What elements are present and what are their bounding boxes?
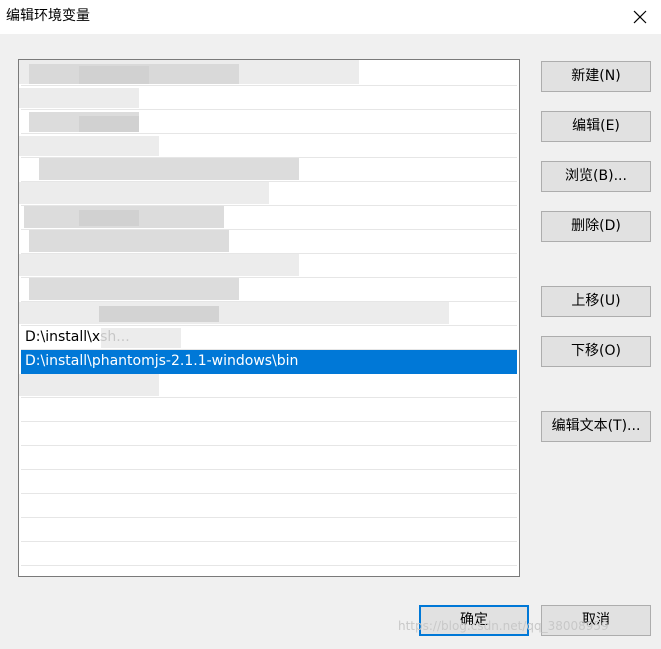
redaction-blur xyxy=(101,328,181,348)
list-item-empty[interactable] xyxy=(21,422,517,446)
redaction-blur xyxy=(19,136,159,156)
redaction-blur xyxy=(79,210,139,226)
edit-text-button[interactable]: 编辑文本(T)... xyxy=(541,411,651,442)
list-item-empty[interactable] xyxy=(21,494,517,518)
move-up-button[interactable]: 上移(U) xyxy=(541,286,651,317)
redaction-blur xyxy=(29,278,239,300)
list-item-selected[interactable]: D:\install\phantomjs-2.1.1-windows\bin xyxy=(21,350,517,374)
list-item-empty[interactable] xyxy=(21,446,517,470)
delete-button[interactable]: 删除(D) xyxy=(541,211,651,242)
list-item-empty[interactable] xyxy=(21,542,517,566)
close-icon xyxy=(633,10,647,24)
title-bar: 编辑环境变量 xyxy=(0,0,661,34)
list-item-empty[interactable] xyxy=(21,518,517,542)
redaction-blur xyxy=(19,374,159,396)
redaction-blur xyxy=(19,182,269,204)
window-title: 编辑环境变量 xyxy=(6,8,90,24)
browse-button[interactable]: 浏览(B)... xyxy=(541,161,651,192)
redaction-blur xyxy=(19,254,299,276)
close-button[interactable] xyxy=(619,0,661,34)
watermark: https://blog.csdn.net/qq_38008959 xyxy=(398,619,609,633)
move-down-button[interactable]: 下移(O) xyxy=(541,336,651,367)
redaction-blur xyxy=(19,88,139,108)
redaction-blur xyxy=(79,66,149,84)
list-item-empty[interactable] xyxy=(21,470,517,494)
redaction-blur xyxy=(29,230,229,252)
list-item[interactable]: D:\install\xsh... xyxy=(21,326,517,350)
redaction-blur xyxy=(19,302,449,324)
redaction-blur xyxy=(39,158,299,180)
redaction-blur xyxy=(79,116,139,132)
path-list[interactable]: D:\install\xsh... D:\install\phantomjs-2… xyxy=(18,59,520,577)
new-button[interactable]: 新建(N) xyxy=(541,61,651,92)
redaction-blur xyxy=(99,306,219,322)
list-item-empty[interactable] xyxy=(21,398,517,422)
edit-button[interactable]: 编辑(E) xyxy=(541,111,651,142)
